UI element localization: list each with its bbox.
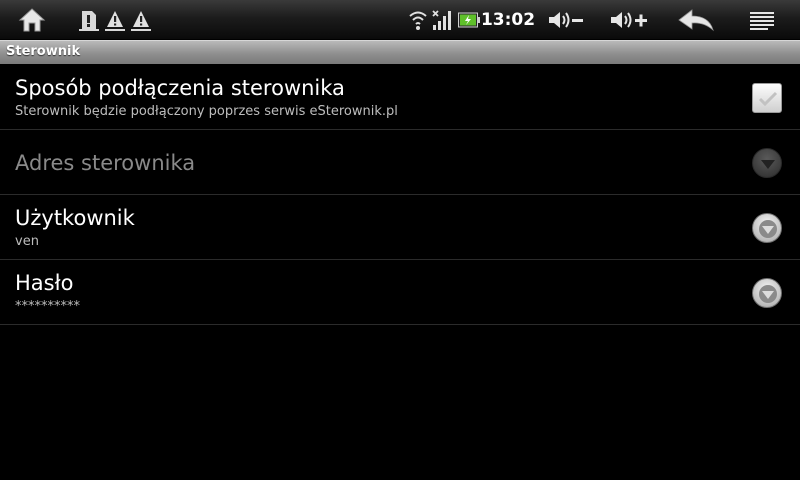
menu-icon xyxy=(750,12,774,30)
home-button[interactable] xyxy=(8,0,56,40)
chevron-down-icon xyxy=(759,220,777,238)
wifi-status xyxy=(407,0,429,40)
pref-summary: ven xyxy=(15,234,39,249)
controller-address-dropdown xyxy=(751,147,783,179)
warning-icon xyxy=(105,11,125,31)
pref-username[interactable]: Użytkownik ven xyxy=(0,195,800,260)
battery-charging-icon xyxy=(458,12,480,28)
pref-title: Użytkownik xyxy=(15,206,135,230)
wifi-icon xyxy=(409,11,427,30)
pref-title: Sposób podłączenia sterownika xyxy=(15,76,345,100)
pref-password[interactable]: Hasło ********** xyxy=(0,260,800,325)
pref-summary: ********** xyxy=(15,299,80,314)
chevron-down-icon xyxy=(759,285,777,303)
back-icon xyxy=(678,9,714,32)
warning-notification-1[interactable] xyxy=(104,0,126,40)
status-bar: 13:02 xyxy=(0,0,800,40)
pref-title: Hasło xyxy=(15,271,74,295)
volume-down-button[interactable] xyxy=(543,0,589,40)
menu-button[interactable] xyxy=(740,0,784,40)
signal-status xyxy=(430,0,454,40)
sd-card-warning-notification[interactable] xyxy=(78,0,100,40)
battery-status xyxy=(457,0,481,40)
clock: 13:02 xyxy=(480,10,536,30)
preference-list: Sposób podłączenia sterownika Sterownik … xyxy=(0,65,800,325)
password-dropdown[interactable] xyxy=(751,277,783,309)
back-button[interactable] xyxy=(673,0,719,40)
pref-connection-method[interactable]: Sposób podłączenia sterownika Sterownik … xyxy=(0,65,800,130)
connection-method-checkbox[interactable] xyxy=(751,82,783,114)
pref-controller-address: Adres sterownika xyxy=(0,130,800,195)
warning-icon xyxy=(131,11,151,31)
checkmark-icon xyxy=(758,91,778,107)
pref-summary: Sterownik będzie podłączony poprzes serw… xyxy=(15,104,398,119)
no-signal-icon xyxy=(432,10,451,30)
title-bar: Sterownik xyxy=(0,40,800,64)
pref-title: Adres sterownika xyxy=(15,151,196,175)
username-dropdown[interactable] xyxy=(751,212,783,244)
home-icon xyxy=(18,8,46,32)
volume-up-icon xyxy=(611,12,647,28)
warning-notification-2[interactable] xyxy=(130,0,152,40)
chevron-down-icon xyxy=(761,160,775,169)
volume-up-button[interactable] xyxy=(606,0,652,40)
sd-card-warning-icon xyxy=(79,11,99,31)
volume-down-icon xyxy=(549,12,583,28)
screen-title: Sterownik xyxy=(6,44,81,59)
